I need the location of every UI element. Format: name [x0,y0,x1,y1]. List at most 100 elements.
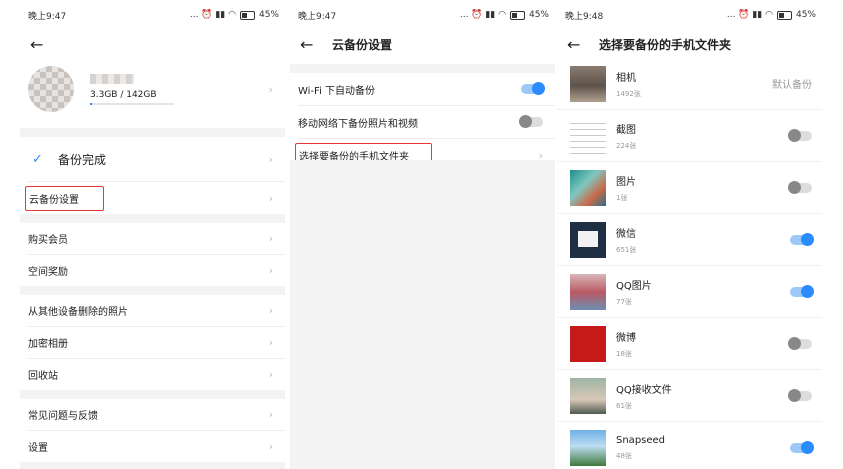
back-arrow-icon[interactable]: ← [30,35,52,54]
check-icon: ✓ [32,151,43,167]
battery-icon [776,10,792,20]
status-time: 晚上9:47 [298,11,337,22]
folder-name: 微博 [616,332,636,344]
profile-card[interactable]: 3.3GB / 142GB › [20,58,285,120]
folder-thumbnail [570,377,606,414]
folder-row-snapseed[interactable]: Snapseed 48张 [557,422,822,469]
folder-name: QQ图片 [616,280,652,292]
menu-label: 回收站 [28,371,58,382]
menu-space-reward[interactable]: 空间奖励 › [20,255,285,286]
menu-label: 从其他设备删除的照片 [28,307,128,318]
folder-row-camera[interactable]: 相机 1492张 默认备份 [557,58,822,110]
backup-status-label: 备份完成 [58,152,107,167]
menu-faq-feedback[interactable]: 常见问题与反馈 › [20,399,285,430]
folder-count: 77张 [616,297,632,306]
chevron-right-icon: › [268,191,273,205]
folder-count: 1张 [616,193,628,202]
chevron-right-icon: › [268,82,273,96]
folder-name: 微信 [616,228,636,240]
menu-recycle-bin[interactable]: 回收站 › [20,359,285,390]
menu-label: 空间奖励 [28,267,68,278]
screen-cloud-backup-settings: 晚上9:47 ... ⏰ ▮▮ ◠ 45% ← 云备份设置 Wi-Fi 下自动备… [290,0,555,469]
chevron-right-icon: › [268,304,273,317]
username-blurred [90,73,134,84]
folder-count: 1492张 [616,89,641,98]
status-icons: ... ⏰ ▮▮ ◠ [726,10,773,20]
battery-icon [509,10,525,20]
storage-usage: 3.3GB / 142GB [90,89,157,100]
status-bar: 晚上9:47 ... ⏰ ▮▮ ◠ 45% [290,0,555,30]
mobile-data-backup-label: 移动网络下备份照片和视频 [298,118,418,130]
menu-deleted-photos[interactable]: 从其他设备删除的照片 › [20,295,285,326]
menu-settings[interactable]: 设置 › [20,431,285,462]
menu-label: 加密相册 [28,339,68,350]
wifi-auto-backup-row[interactable]: Wi-Fi 下自动备份 [290,73,555,105]
menu-label: 常见问题与反馈 [28,411,98,422]
folder-thumbnail [570,169,606,206]
mobile-data-backup-row[interactable]: 移动网络下备份照片和视频 [290,106,555,138]
menu-encrypted-album[interactable]: 加密相册 › [20,327,285,358]
battery-level: 45% [528,10,549,20]
folder-name: Snapseed [616,434,666,446]
menu-buy-membership[interactable]: 购买会员 › [20,223,285,254]
status-icons: ... ⏰ ▮▮ ◠ [459,10,506,20]
folder-row-qq-images[interactable]: QQ图片 77张 [557,266,822,318]
menu-label: 购买会员 [28,235,68,246]
chevron-right-icon: › [268,232,273,245]
top-bar: ← 选择要备份的手机文件夹 [557,30,822,58]
menu-label-highlighted: 云备份设置 [25,185,104,211]
wifi-auto-backup-toggle[interactable] [521,82,545,95]
chevron-right-icon: › [268,152,273,166]
avatar[interactable] [28,66,74,112]
folder-backup-toggle[interactable] [790,440,814,454]
folder-backup-toggle[interactable] [788,388,812,402]
back-arrow-icon[interactable]: ← [300,35,322,54]
page-title: 选择要备份的手机文件夹 [599,37,732,52]
mobile-data-backup-toggle[interactable] [519,115,543,128]
folder-thumbnail [570,429,606,466]
folder-row-wechat[interactable]: 微信 651张 [557,214,822,266]
storage-bar [90,102,174,105]
folder-backup-toggle[interactable] [788,336,812,350]
default-backup-label: 默认备份 [772,80,812,91]
wifi-auto-backup-label: Wi-Fi 下自动备份 [298,85,376,97]
folder-backup-toggle[interactable] [788,128,812,142]
menu-label: 设置 [28,443,48,454]
folder-name: 相机 [616,72,636,84]
chevron-right-icon: › [268,440,273,453]
chevron-right-icon: › [268,336,273,349]
folder-backup-toggle[interactable] [788,180,812,194]
status-bar: 晚上9:48 ... ⏰ ▮▮ ◠ 45% [557,0,822,30]
status-time: 晚上9:48 [565,11,604,22]
status-time: 晚上9:47 [28,11,67,22]
folder-row-weibo[interactable]: 微博 18张 [557,318,822,370]
folder-count: 224张 [616,141,637,150]
top-bar: ← 云备份设置 [290,30,555,58]
folder-thumbnail [570,117,606,154]
backup-status-row[interactable]: ✓ 备份完成 › [20,137,285,181]
folder-backup-toggle[interactable] [790,232,814,246]
page-title: 云备份设置 [332,37,393,52]
folder-row-pictures[interactable]: 图片 1张 [557,162,822,214]
folder-count: 651张 [616,245,637,254]
folder-row-qq-received[interactable]: QQ接收文件 61张 [557,370,822,422]
folder-count: 61张 [616,401,632,410]
battery-icon [239,10,255,20]
battery-level: 45% [795,10,816,20]
screen-choose-folders: 晚上9:48 ... ⏰ ▮▮ ◠ 45% ← 选择要备份的手机文件夹 相机 1… [557,0,822,469]
folder-name: 截图 [616,124,636,136]
folder-row-screenshots[interactable]: 截图 224张 [557,110,822,162]
folder-count: 48张 [616,451,632,460]
folder-thumbnail [570,273,606,310]
folder-thumbnail [570,65,606,102]
storage-bar-fill [90,102,92,105]
folder-backup-toggle[interactable] [790,284,814,298]
folder-thumbnail [570,325,606,362]
chevron-right-icon: › [268,264,273,277]
back-arrow-icon[interactable]: ← [567,35,589,54]
folder-name: 图片 [616,176,636,188]
top-bar: ← [20,30,285,58]
chevron-right-icon: › [268,408,273,421]
battery-level: 45% [258,10,279,20]
menu-cloud-backup-settings[interactable]: 云备份设置 › [20,182,285,214]
